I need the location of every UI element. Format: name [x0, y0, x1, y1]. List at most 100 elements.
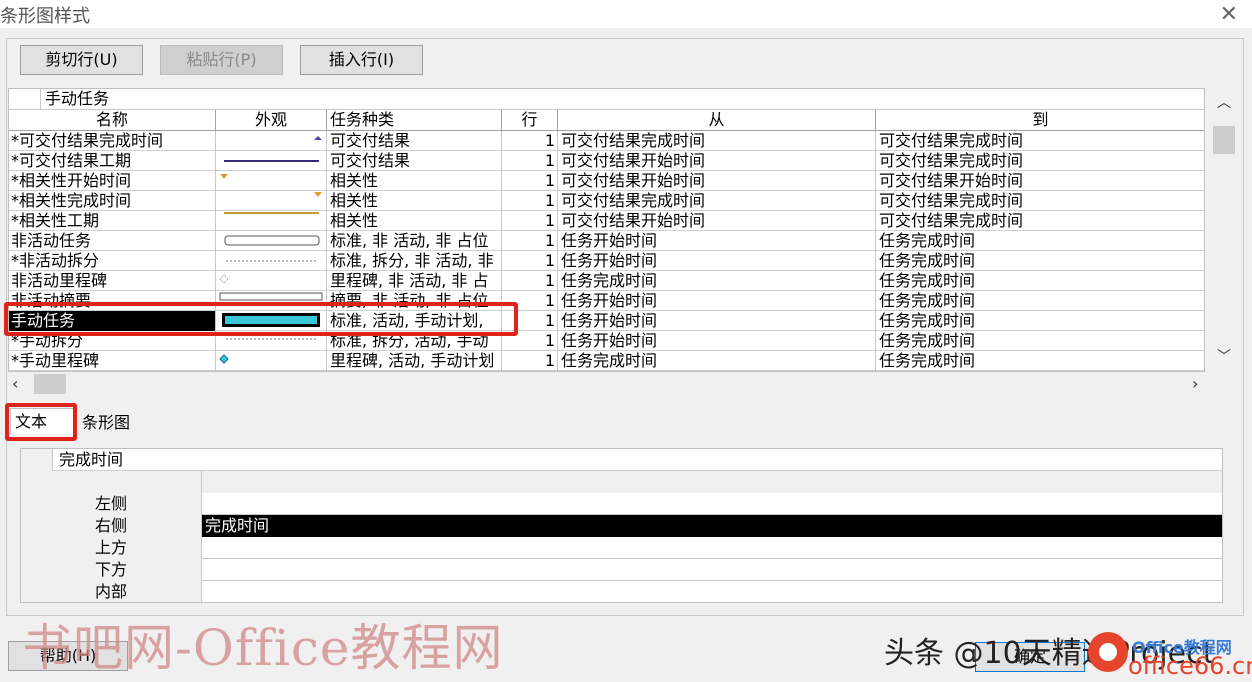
column-header-from[interactable]: 从: [558, 110, 876, 130]
title-bar: 条形图样式 ✕: [0, 0, 1252, 28]
row-line: 1: [502, 251, 558, 271]
row-from: 可交付结果开始时间: [558, 171, 876, 191]
horizontal-scrollbar[interactable]: ‹ ›: [8, 372, 1205, 396]
row-type: 相关性: [327, 171, 502, 191]
table-row[interactable]: *可交付结果完成时间 可交付结果 1 可交付结果完成时间 可交付结果完成时间: [9, 131, 1204, 151]
row-from: 可交付结果完成时间: [558, 191, 876, 211]
appearance-cell: [216, 271, 327, 291]
position-value[interactable]: [202, 581, 1222, 602]
row-to: 任务完成时间: [876, 271, 1204, 291]
dialog-title: 条形图样式: [0, 6, 90, 27]
table-row[interactable]: 非活动任务 标准, 非 活动, 非 占位 1 任务开始时间 任务完成时间: [9, 231, 1204, 251]
insert-row-button[interactable]: 插入行(I): [300, 45, 423, 75]
position-value[interactable]: 完成时间: [202, 515, 1222, 537]
text-position-row[interactable]: 内部: [21, 581, 1222, 602]
text-settings-grid: 完成时间 左侧 右侧 完成时间 上方 下方 内部: [20, 448, 1223, 603]
row-line: 1: [502, 151, 558, 171]
office-logo-icon: [1088, 632, 1128, 672]
row-name: *相关性开始时间: [9, 171, 216, 191]
scroll-thumb[interactable]: [1213, 126, 1235, 154]
text-position-row[interactable]: 上方: [21, 537, 1222, 559]
tab-bar[interactable]: 条形图: [78, 410, 138, 436]
hscroll-thumb[interactable]: [34, 374, 66, 394]
row-type: 里程碑, 活动, 手动计划: [327, 351, 502, 371]
row-line: 1: [502, 211, 558, 231]
row-to: 可交付结果完成时间: [876, 151, 1204, 171]
row-name: *非活动拆分: [9, 251, 216, 271]
column-header-row[interactable]: 行: [502, 110, 558, 130]
row-name: 非活动任务: [9, 231, 216, 251]
row-name: *可交付结果工期: [9, 151, 216, 171]
row-name: 非活动里程碑: [9, 271, 216, 291]
row-from: 任务开始时间: [558, 251, 876, 271]
position-label: 左侧: [21, 493, 202, 515]
row-to: 可交付结果完成时间: [876, 131, 1204, 151]
column-header-task-type[interactable]: 任务种类: [327, 110, 502, 130]
table-row[interactable]: *非活动拆分 标准, 拆分, 非 活动, 非 1 任务开始时间 任务完成时间: [9, 251, 1204, 271]
column-header-appearance[interactable]: 外观: [216, 110, 327, 130]
row-to: 任务完成时间: [876, 351, 1204, 371]
appearance-cell: [216, 131, 327, 151]
row-to: 可交付结果开始时间: [876, 171, 1204, 191]
table-row[interactable]: 非活动里程碑 里程碑, 非 活动, 非 占 1 任务完成时间 任务完成时间: [9, 271, 1204, 291]
highlight-box-row: [4, 302, 518, 336]
scroll-down-icon[interactable]: ﹀: [1217, 346, 1231, 366]
appearance-cell: [216, 231, 327, 251]
position-label: 上方: [21, 537, 202, 559]
row-to: 可交付结果完成时间: [876, 211, 1204, 231]
scroll-left-icon[interactable]: ‹: [12, 374, 18, 393]
paste-row-button[interactable]: 粘贴行(P): [160, 45, 283, 75]
appearance-cell: [216, 171, 327, 191]
row-to: 可交付结果完成时间: [876, 191, 1204, 211]
row-from: 任务开始时间: [558, 311, 876, 331]
row-name: *相关性完成时间: [9, 191, 216, 211]
row-name: *可交付结果完成时间: [9, 131, 216, 151]
scroll-right-icon[interactable]: ›: [1192, 374, 1198, 393]
table-row[interactable]: *相关性工期 相关性 1 可交付结果开始时间 可交付结果完成时间: [9, 211, 1204, 231]
table-row[interactable]: *相关性开始时间 相关性 1 可交付结果开始时间 可交付结果开始时间: [9, 171, 1204, 191]
row-to: 任务完成时间: [876, 251, 1204, 271]
row-type: 可交付结果: [327, 151, 502, 171]
row-to: 任务完成时间: [876, 311, 1204, 331]
position-value[interactable]: [202, 537, 1222, 559]
row-to: 任务完成时间: [876, 231, 1204, 251]
row-from: 任务开始时间: [558, 291, 876, 311]
table-row[interactable]: *手动里程碑 里程碑, 活动, 手动计划 1 任务完成时间 任务完成时间: [9, 351, 1204, 371]
close-icon[interactable]: ✕: [1220, 2, 1238, 27]
appearance-cell: [216, 151, 327, 171]
row-type: 标准, 非 活动, 非 占位: [327, 231, 502, 251]
text-edit-row: 完成时间: [21, 449, 1222, 471]
row-line: 1: [502, 171, 558, 191]
position-label: 右侧: [21, 515, 202, 537]
row-name: *手动里程碑: [9, 351, 216, 371]
grid-edit-row: 手动任务: [9, 89, 1204, 110]
table-row[interactable]: *可交付结果工期 可交付结果 1 可交付结果开始时间 可交付结果完成时间: [9, 151, 1204, 171]
column-header-name[interactable]: 名称: [9, 110, 216, 130]
column-header-to[interactable]: 到: [876, 110, 1204, 130]
row-from: 可交付结果开始时间: [558, 151, 876, 171]
grid-edit-input[interactable]: 手动任务: [45, 89, 109, 109]
row-from: 任务开始时间: [558, 231, 876, 251]
position-value[interactable]: [202, 493, 1222, 515]
row-from: 任务完成时间: [558, 271, 876, 291]
table-row[interactable]: *相关性完成时间 相关性 1 可交付结果完成时间 可交付结果完成时间: [9, 191, 1204, 211]
position-label: 下方: [21, 559, 202, 581]
text-position-row-selected[interactable]: 右侧 完成时间: [21, 515, 1222, 537]
row-type: 里程碑, 非 活动, 非 占: [327, 271, 502, 291]
row-type: 标准, 拆分, 非 活动, 非: [327, 251, 502, 271]
vertical-scrollbar[interactable]: ︿ ﹀: [1210, 88, 1238, 372]
text-edit-input[interactable]: 完成时间: [59, 450, 123, 470]
position-label: 内部: [21, 581, 202, 602]
appearance-cell: [216, 351, 327, 371]
row-from: 可交付结果开始时间: [558, 211, 876, 231]
scroll-up-icon[interactable]: ︿: [1217, 92, 1231, 112]
text-position-row[interactable]: 下方: [21, 559, 1222, 581]
row-line: 1: [502, 351, 558, 371]
row-line: 1: [502, 231, 558, 251]
appearance-cell: [216, 191, 327, 211]
cut-row-button[interactable]: 剪切行(U): [20, 45, 143, 75]
row-type: 可交付结果: [327, 131, 502, 151]
row-line: 1: [502, 191, 558, 211]
text-position-row[interactable]: 左侧: [21, 493, 1222, 515]
position-value[interactable]: [202, 559, 1222, 581]
